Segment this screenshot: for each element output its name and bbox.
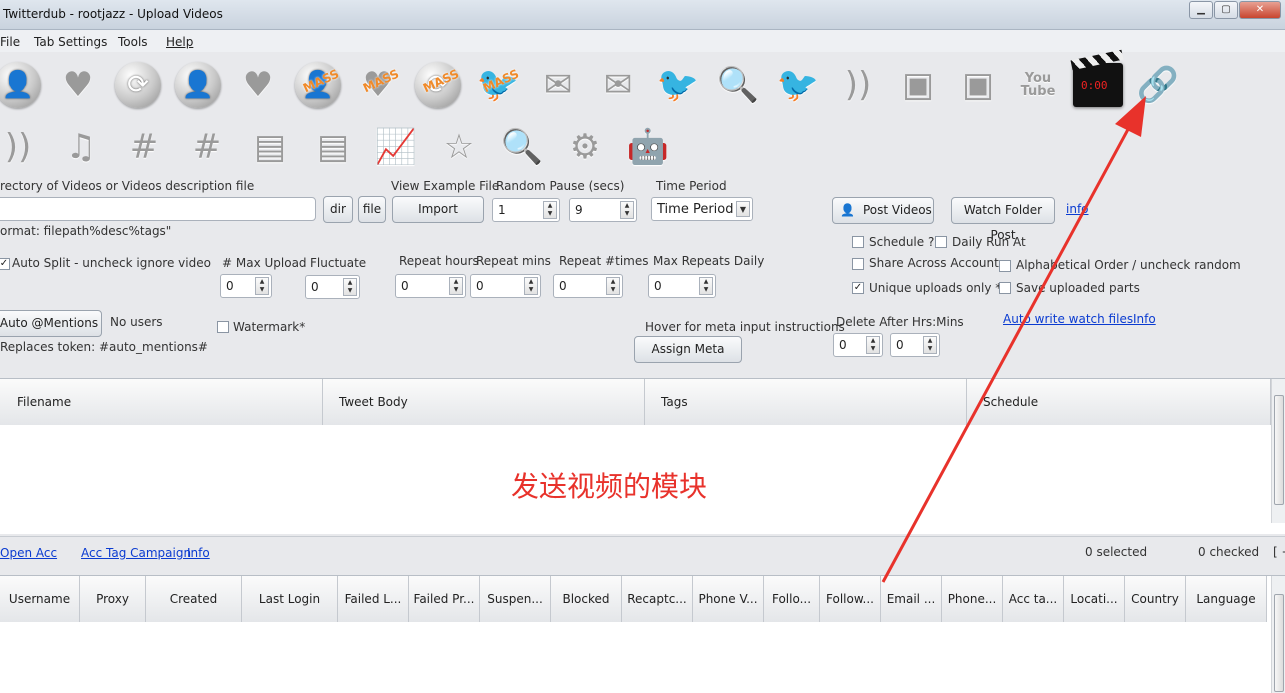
- annotation-arrow: [881, 96, 1146, 583]
